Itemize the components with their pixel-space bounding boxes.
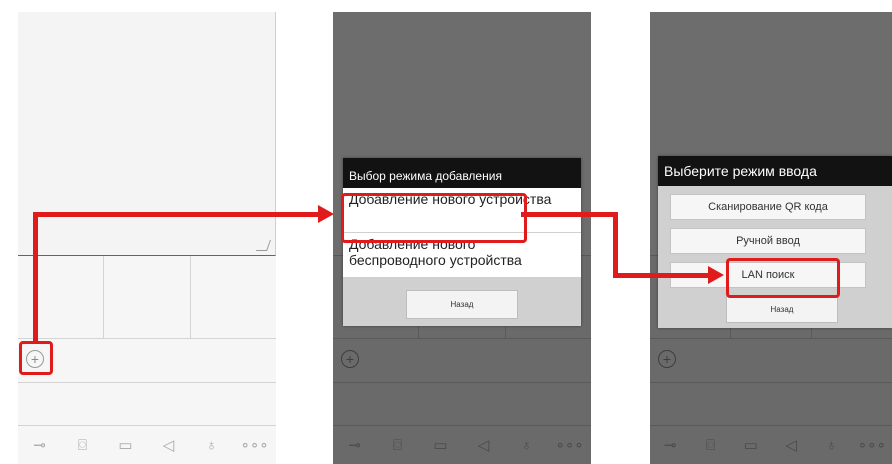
camera-icon: ⌼ — [705, 436, 715, 454]
back-button[interactable]: Назад — [406, 290, 518, 319]
highlight-new-device — [341, 193, 527, 243]
arrow-segment — [33, 212, 319, 217]
empty-row — [18, 383, 276, 426]
qr-scan-button[interactable]: Сканирование QR кода — [670, 194, 866, 220]
empty-row — [333, 383, 591, 426]
arrow-segment — [613, 212, 618, 278]
channel-cell[interactable] — [18, 256, 105, 338]
video-record-icon[interactable]: ▭ — [112, 436, 140, 454]
bottom-toolbar: ⊸ ⌼ ▭ ◁ ♁ ∘∘∘ — [18, 426, 276, 464]
channel-grid — [18, 256, 276, 339]
add-device-icon: + — [341, 350, 359, 368]
arrow-segment — [521, 212, 616, 217]
video-area[interactable] — [18, 12, 276, 256]
back-button[interactable]: Назад — [726, 296, 838, 323]
add-row: + — [650, 339, 892, 383]
arrow-segment — [33, 214, 38, 342]
input-mode-dialog: Выберите режим ввода Сканирование QR код… — [658, 156, 892, 328]
arrow-segment — [613, 273, 709, 278]
manual-entry-button[interactable]: Ручной ввод — [670, 228, 866, 254]
channel-cell[interactable] — [104, 256, 191, 338]
more-icon: ∘∘∘ — [857, 437, 886, 454]
highlight-lan-search — [726, 258, 840, 298]
arrow-head — [708, 266, 724, 284]
bottom-toolbar: ⊸ ⌼ ▭ ◁ ♁ ∘∘∘ — [333, 426, 591, 464]
add-device-icon: + — [658, 350, 676, 368]
more-icon: ∘∘∘ — [555, 437, 584, 454]
dialog-title: Выбор режима добавления — [343, 158, 581, 188]
add-row: + — [18, 339, 276, 383]
channel-cell[interactable] — [191, 256, 276, 338]
camera-icon[interactable]: ⌼ — [69, 437, 97, 454]
empty-row — [650, 383, 892, 426]
video-record-icon: ▭ — [433, 437, 448, 454]
key-icon[interactable]: ⊸ — [26, 436, 54, 454]
camera-icon: ⌼ — [392, 436, 402, 454]
microphone-icon: ♁ — [825, 436, 838, 454]
app-screen-main: + ⊸ ⌼ ▭ ◁ ♁ ∘∘∘ — [18, 12, 276, 464]
speaker-icon: ◁ — [785, 437, 797, 454]
speaker-icon[interactable]: ◁ — [155, 436, 183, 454]
add-row: + — [333, 339, 591, 383]
video-record-icon: ▭ — [743, 437, 758, 454]
arrow-head — [318, 205, 334, 223]
speaker-icon: ◁ — [477, 437, 490, 454]
expand-icon[interactable] — [255, 240, 272, 251]
key-icon: ⊸ — [348, 437, 361, 454]
key-icon: ⊸ — [663, 437, 677, 454]
bottom-toolbar: ⊸ ⌼ ▭ ◁ ♁ ∘∘∘ — [650, 426, 892, 464]
highlight-add-button — [19, 341, 53, 375]
dialog-title: Выберите режим ввода — [658, 156, 892, 186]
microphone-icon: ♁ — [520, 436, 533, 454]
microphone-icon[interactable]: ♁ — [198, 437, 226, 454]
more-icon[interactable]: ∘∘∘ — [241, 436, 269, 454]
